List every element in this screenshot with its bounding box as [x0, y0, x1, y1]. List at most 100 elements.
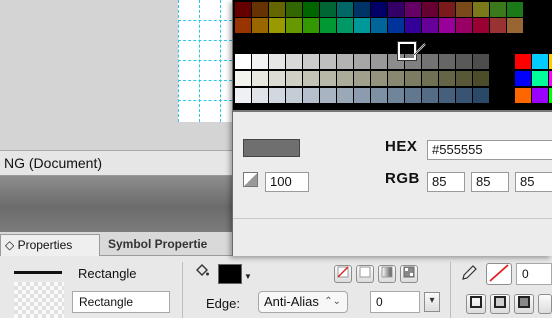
green-field[interactable]: 85: [471, 172, 509, 192]
color-swatch[interactable]: [303, 18, 319, 33]
stroke-color-swatch[interactable]: [486, 263, 512, 285]
color-swatch[interactable]: [252, 2, 268, 17]
color-swatch[interactable]: [269, 88, 285, 103]
guide-line[interactable]: [178, 80, 232, 81]
feather-field[interactable]: 0: [370, 291, 420, 313]
color-swatch[interactable]: [371, 71, 387, 86]
color-swatch[interactable]: [532, 88, 548, 103]
color-swatch[interactable]: [371, 54, 387, 69]
color-swatch[interactable]: [286, 54, 302, 69]
color-swatch[interactable]: [354, 54, 370, 69]
color-swatch[interactable]: [235, 71, 251, 86]
color-swatch[interactable]: [354, 71, 370, 86]
color-swatch[interactable]: [439, 71, 455, 86]
color-swatch[interactable]: [269, 2, 285, 17]
color-swatch[interactable]: [515, 88, 531, 103]
gradient-fill-button[interactable]: [378, 265, 396, 283]
color-swatch[interactable]: [405, 2, 421, 17]
color-swatch[interactable]: [456, 88, 472, 103]
color-swatch[interactable]: [439, 88, 455, 103]
color-swatch[interactable]: [405, 88, 421, 103]
color-swatch[interactable]: [388, 88, 404, 103]
color-swatch[interactable]: [456, 71, 472, 86]
stroke-align-outside-button[interactable]: [514, 294, 534, 314]
color-swatch[interactable]: [303, 88, 319, 103]
color-swatch[interactable]: [269, 18, 285, 33]
color-swatch[interactable]: [422, 18, 438, 33]
stroke-align-inside-button[interactable]: [466, 294, 486, 314]
color-swatch[interactable]: [337, 88, 353, 103]
color-swatch[interactable]: [252, 54, 268, 69]
color-swatch[interactable]: [303, 71, 319, 86]
color-swatch[interactable]: [320, 88, 336, 103]
guide-line[interactable]: [178, 100, 232, 101]
color-swatch[interactable]: [235, 88, 251, 103]
guide-line[interactable]: [220, 0, 221, 122]
color-swatch[interactable]: [269, 54, 285, 69]
pencil-icon[interactable]: [460, 264, 478, 287]
color-swatch[interactable]: [532, 71, 548, 86]
color-swatch[interactable]: [473, 71, 489, 86]
color-swatch[interactable]: [456, 54, 472, 69]
solid-fill-button[interactable]: [356, 265, 374, 283]
edge-select[interactable]: Anti-Alias ⌃⌄: [258, 291, 348, 313]
color-swatch[interactable]: [371, 18, 387, 33]
color-swatch[interactable]: [507, 18, 523, 33]
color-swatch[interactable]: [235, 18, 251, 33]
color-swatch[interactable]: [405, 18, 421, 33]
color-swatch-grid[interactable]: [233, 0, 552, 110]
tab-symbol-properties[interactable]: Symbol Propertie: [104, 234, 234, 256]
color-swatch[interactable]: [515, 54, 531, 69]
color-swatch[interactable]: [320, 54, 336, 69]
color-swatch[interactable]: [235, 54, 251, 69]
color-swatch[interactable]: [439, 54, 455, 69]
color-swatch[interactable]: [252, 88, 268, 103]
color-swatch[interactable]: [439, 18, 455, 33]
color-swatch[interactable]: [473, 18, 489, 33]
color-swatch[interactable]: [320, 18, 336, 33]
feather-stepper[interactable]: ▾: [424, 292, 440, 312]
guide-line[interactable]: [178, 20, 232, 21]
stroke-align-center-button[interactable]: [490, 294, 510, 314]
color-swatch[interactable]: [320, 71, 336, 86]
blue-field[interactable]: 85: [515, 172, 552, 192]
color-swatch[interactable]: [405, 71, 421, 86]
fill-color-swatch[interactable]: [218, 264, 242, 284]
color-swatch[interactable]: [286, 71, 302, 86]
color-swatch[interactable]: [354, 2, 370, 17]
guide-line[interactable]: [199, 0, 200, 122]
color-swatch[interactable]: [422, 71, 438, 86]
stroke-options-button[interactable]: [538, 294, 552, 314]
color-swatch[interactable]: [286, 88, 302, 103]
stroke-size-field[interactable]: 0: [516, 263, 552, 285]
guide-line[interactable]: [178, 40, 232, 41]
color-swatch[interactable]: [388, 71, 404, 86]
tab-properties[interactable]: ◇ Properties: [0, 234, 100, 256]
guide-line[interactable]: [178, 60, 232, 61]
opacity-field[interactable]: 100: [265, 172, 309, 192]
color-swatch[interactable]: [456, 18, 472, 33]
color-swatch[interactable]: [507, 2, 523, 17]
color-swatch[interactable]: [252, 18, 268, 33]
red-field[interactable]: 85: [427, 172, 465, 192]
color-swatch[interactable]: [354, 18, 370, 33]
color-swatch[interactable]: [473, 54, 489, 69]
object-name-field[interactable]: Rectangle: [72, 291, 170, 313]
color-swatch[interactable]: [320, 2, 336, 17]
color-swatch[interactable]: [456, 2, 472, 17]
artboard[interactable]: [178, 0, 232, 122]
pattern-fill-button[interactable]: [400, 265, 418, 283]
color-swatch[interactable]: [337, 71, 353, 86]
color-swatch[interactable]: [490, 2, 506, 17]
color-swatch[interactable]: [388, 2, 404, 17]
color-swatch[interactable]: [371, 2, 387, 17]
color-swatch[interactable]: [252, 71, 268, 86]
color-swatch[interactable]: [269, 71, 285, 86]
paint-bucket-icon[interactable]: [194, 262, 210, 281]
color-swatch[interactable]: [532, 54, 548, 69]
guide-line[interactable]: [178, 0, 179, 122]
color-swatch[interactable]: [235, 2, 251, 17]
document-tab[interactable]: NG (Document): [0, 150, 232, 176]
color-swatch[interactable]: [286, 18, 302, 33]
color-swatch[interactable]: [371, 88, 387, 103]
